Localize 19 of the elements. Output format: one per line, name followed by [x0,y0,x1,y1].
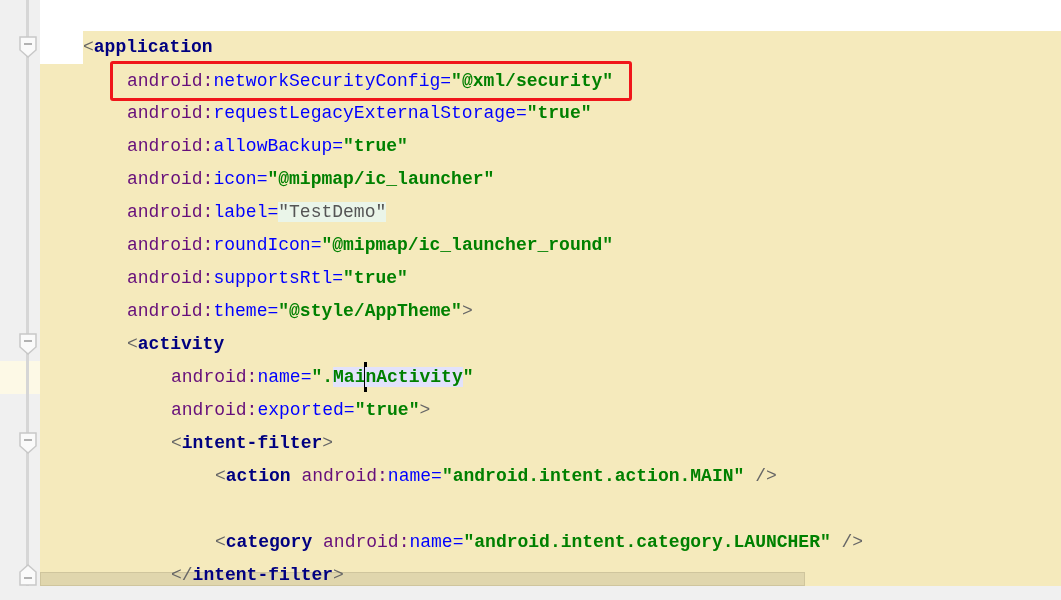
fold-icon[interactable] [19,564,37,586]
code-line: android:name=".MainActivity" [171,361,474,394]
code-line: android:label="TestDemo" [127,201,387,224]
code-line: android:icon="@mipmap/ic_launcher" [127,168,495,191]
fold-icon[interactable] [19,36,37,58]
code-line: </intent-filter> [171,564,344,587]
code-line: <category android:name="android.intent.category.LAUNCHER" /> [215,531,864,554]
code-line: android:roundIcon="@mipmap/ic_launcher_round" [127,234,614,257]
code-line: android:requestLegacyExternalStorage="true" [127,102,592,125]
code-line: <intent-filter> [171,432,334,455]
code-line: android:supportsRtl="true" [127,267,408,290]
code-line: <action android:name="android.intent.action.MAIN" /> [215,465,777,488]
code-line: <application [83,36,213,59]
fold-icon[interactable] [19,333,37,355]
fold-icon[interactable] [19,432,37,454]
code-line: <activity [127,333,225,356]
code-line: android:theme="@style/AppTheme"> [127,300,473,323]
code-line: android:exported="true"> [171,399,431,422]
code-line: android:allowBackup="true" [127,135,408,158]
